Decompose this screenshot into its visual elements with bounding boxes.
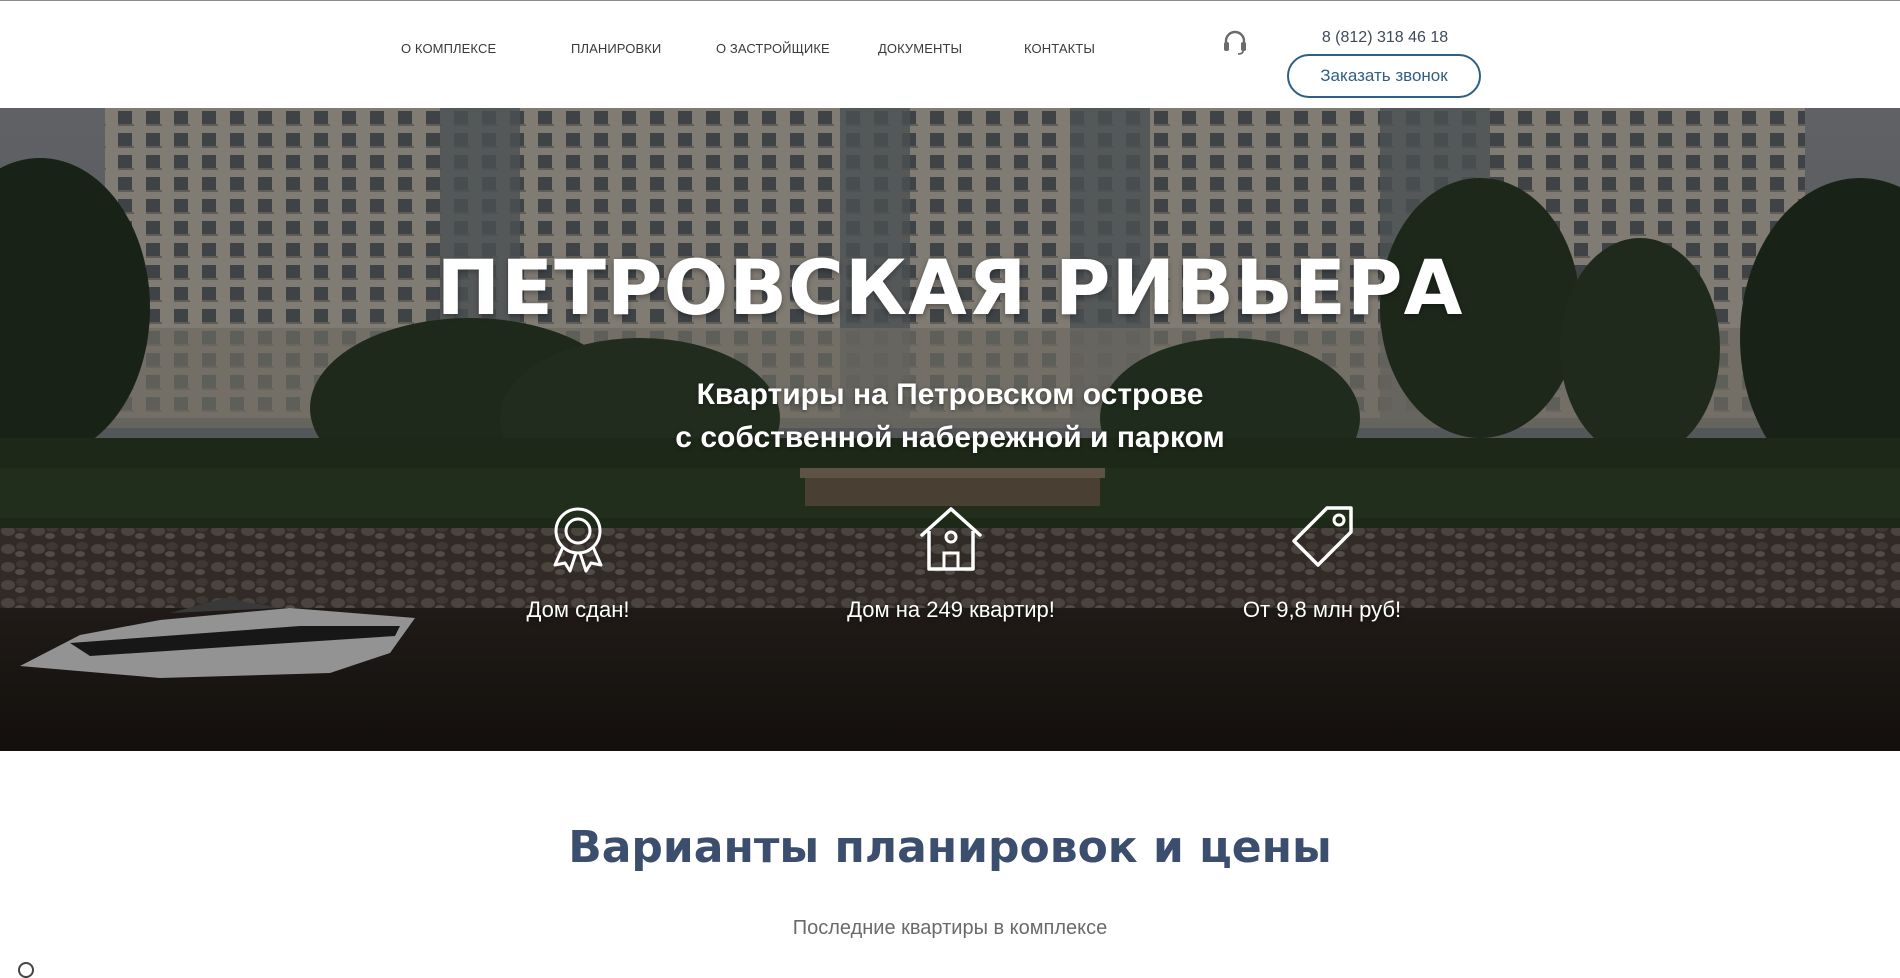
feature-house-completed: Дом сдан! bbox=[428, 503, 728, 623]
award-ribbon-icon bbox=[553, 507, 603, 573]
hero-title: ПЕТРОВСКАЯ РИВЬЕРА bbox=[436, 243, 1464, 332]
nav-item-documents[interactable]: Документы bbox=[878, 41, 962, 56]
phone-number[interactable]: 8 (812) 318 46 18 bbox=[1310, 29, 1460, 47]
request-call-button[interactable]: Заказать звонок bbox=[1287, 54, 1481, 98]
house-icon bbox=[920, 507, 982, 571]
nav-item-floor-plans[interactable]: Планировки bbox=[571, 41, 661, 56]
hero-subtitle-line2: с собственной набережной и парком bbox=[675, 421, 1225, 454]
scroll-indicator bbox=[18, 962, 34, 978]
nav-item-about-complex[interactable]: О комплексе bbox=[401, 41, 496, 56]
site-header: О комплексе Планировки О застройщике Док… bbox=[0, 1, 1900, 108]
feature-label: От 9,8 млн руб! bbox=[1242, 597, 1402, 622]
nav-item-contacts[interactable]: Контакты bbox=[1024, 41, 1095, 56]
feature-label: Дом на 249 квартир! bbox=[847, 597, 1055, 622]
plans-section-subtitle: Последние квартиры в комплексе bbox=[792, 917, 1108, 939]
headset-icon bbox=[1224, 30, 1246, 55]
nav-item-about-developer[interactable]: О застройщике bbox=[716, 41, 830, 56]
feature-price-from: От 9,8 млн руб! bbox=[1172, 503, 1472, 623]
feature-label: Дом сдан! bbox=[526, 597, 630, 622]
plans-section-title: Варианты планировок и цены bbox=[568, 822, 1332, 873]
hero-banner: ПЕТРОВСКАЯ РИВЬЕРА Квартиры на Петровско… bbox=[0, 108, 1900, 751]
feature-apartment-count: Дом на 249 квартир! bbox=[801, 503, 1101, 623]
price-tag-icon bbox=[1292, 506, 1353, 567]
hero-subtitle-line1: Квартиры на Петровском острове bbox=[696, 378, 1204, 411]
